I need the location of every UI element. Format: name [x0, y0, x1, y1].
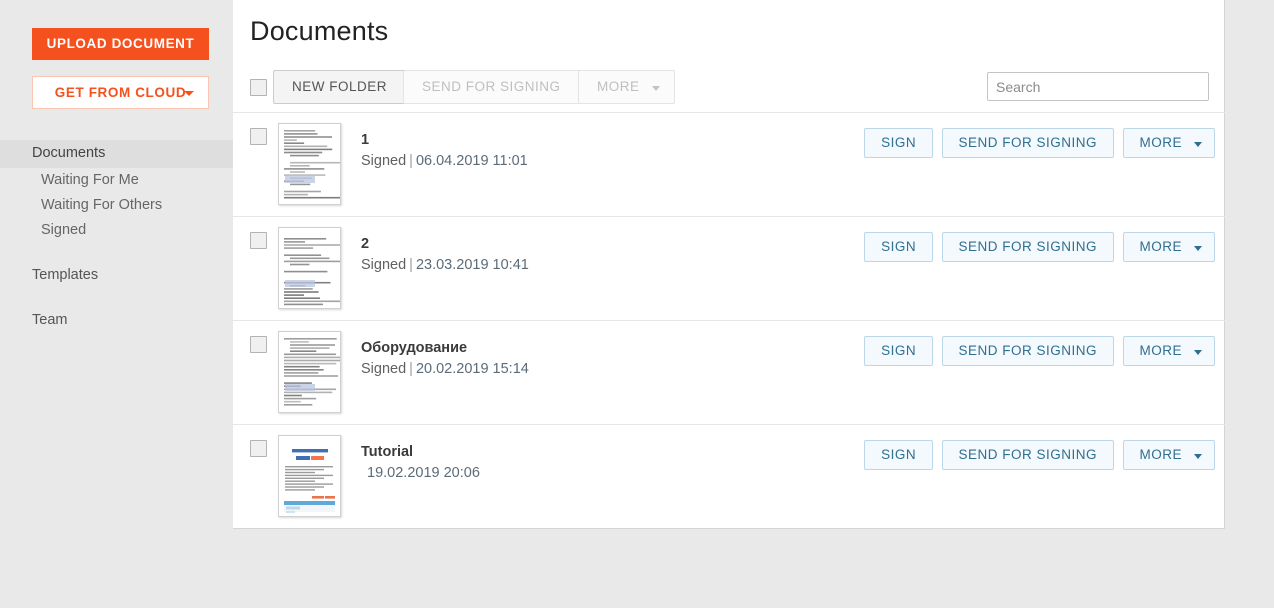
- chevron-down-icon: [184, 91, 194, 96]
- document-thumbnail[interactable]: [278, 123, 341, 205]
- document-name: 2: [361, 236, 370, 252]
- main-panel: Documents NEW FOLDER SEND FOR SIGNING MO…: [233, 0, 1225, 529]
- more-button-label: MORE: [1139, 447, 1182, 462]
- toolbar: NEW FOLDER SEND FOR SIGNING MORE: [233, 70, 1225, 106]
- sign-button[interactable]: SIGN: [864, 440, 934, 470]
- document-meta: Signed | 23.03.2019 10:41: [361, 257, 529, 273]
- chevron-down-icon: [651, 86, 660, 91]
- more-button-label: MORE: [597, 79, 640, 94]
- select-all-checkbox[interactable]: [250, 79, 267, 96]
- sidebar-item-label: Team: [32, 312, 68, 328]
- sidebar-item-documents[interactable]: Documents: [0, 140, 233, 168]
- more-button-label: MORE: [1139, 135, 1182, 150]
- sidebar-item-label: Waiting For Others: [41, 197, 163, 213]
- sidebar-nav: Documents Waiting For Me Waiting For Oth…: [0, 140, 233, 333]
- document-date: 06.04.2019 11:01: [415, 153, 528, 169]
- row-actions: SIGN SEND FOR SIGNING MORE: [860, 440, 1215, 470]
- meta-separator: |: [409, 361, 413, 377]
- chevron-down-icon: [1194, 246, 1202, 251]
- document-meta: 19.02.2019 20:06: [361, 465, 480, 481]
- more-button-label: MORE: [1139, 239, 1182, 254]
- sidebar-item-label: Templates: [32, 267, 99, 283]
- chevron-down-icon: [1194, 454, 1202, 459]
- document-status: Signed: [361, 153, 407, 169]
- table-row[interactable]: 1 Signed | 06.04.2019 11:01 SIGN SEND FOR …: [233, 112, 1225, 216]
- document-meta: Signed | 20.02.2019 15:14: [361, 361, 529, 377]
- sidebar: UPLOAD DOCUMENT GET FROM CLOUD Documents…: [0, 0, 233, 608]
- document-status: Signed: [361, 257, 407, 273]
- row-actions: SIGN SEND FOR SIGNING MORE: [860, 232, 1215, 262]
- get-from-cloud-button[interactable]: GET FROM CLOUD: [32, 76, 209, 109]
- sidebar-item-waiting-for-me[interactable]: Waiting For Me: [0, 168, 233, 193]
- meta-separator: |: [409, 153, 413, 169]
- document-date: 19.02.2019 20:06: [367, 465, 480, 481]
- table-row[interactable]: Tutorial 19.02.2019 20:06 SIGN SEND FOR …: [233, 424, 1225, 528]
- chevron-down-icon: [1194, 142, 1202, 147]
- send-for-signing-button[interactable]: SEND FOR SIGNING: [941, 232, 1115, 262]
- get-from-cloud-label: GET FROM CLOUD: [54, 85, 187, 100]
- sign-button[interactable]: SIGN: [864, 232, 934, 262]
- document-list: 1 Signed | 06.04.2019 11:01 SIGN SEND FOR …: [233, 112, 1225, 528]
- sidebar-item-signed[interactable]: Signed: [0, 218, 233, 243]
- more-button[interactable]: MORE: [1122, 440, 1215, 470]
- document-name: Оборудование: [361, 340, 468, 356]
- more-button[interactable]: MORE: [578, 70, 675, 104]
- sidebar-item-templates[interactable]: Templates: [0, 263, 233, 288]
- page-title: Documents: [250, 16, 389, 46]
- row-checkbox[interactable]: [250, 128, 267, 145]
- more-button-label: MORE: [1139, 343, 1182, 358]
- sidebar-item-label: Signed: [41, 222, 87, 238]
- table-row[interactable]: 2 Signed | 23.03.2019 10:41 SIGN SEND FOR …: [233, 216, 1225, 320]
- upload-document-button[interactable]: UPLOAD DOCUMENT: [32, 28, 209, 60]
- sidebar-item-label: Waiting For Me: [41, 172, 139, 188]
- document-meta: Signed | 06.04.2019 11:01: [361, 153, 528, 169]
- app-root: UPLOAD DOCUMENT GET FROM CLOUD Documents…: [0, 0, 1274, 608]
- document-thumbnail[interactable]: [278, 331, 341, 413]
- row-checkbox[interactable]: [250, 336, 267, 353]
- chevron-down-icon: [1194, 350, 1202, 355]
- document-status: Signed: [361, 361, 407, 377]
- search-input[interactable]: [987, 72, 1209, 101]
- send-for-signing-button[interactable]: SEND FOR SIGNING: [941, 336, 1115, 366]
- send-for-signing-button[interactable]: SEND FOR SIGNING: [941, 128, 1115, 158]
- sidebar-item-waiting-for-others[interactable]: Waiting For Others: [0, 193, 233, 218]
- document-thumbnail[interactable]: [278, 227, 341, 309]
- document-thumbnail[interactable]: [278, 435, 341, 517]
- document-date: 20.02.2019 15:14: [415, 361, 529, 377]
- row-actions: SIGN SEND FOR SIGNING MORE: [860, 128, 1215, 158]
- row-actions: SIGN SEND FOR SIGNING MORE: [860, 336, 1215, 366]
- more-button[interactable]: MORE: [1122, 232, 1215, 262]
- sidebar-item-label: Documents: [32, 145, 106, 161]
- sidebar-item-team[interactable]: Team: [0, 308, 233, 333]
- table-row[interactable]: Оборудование Signed | 20.02.2019 15:14 SIG…: [233, 320, 1225, 424]
- row-checkbox[interactable]: [250, 232, 267, 249]
- sign-button[interactable]: SIGN: [864, 336, 934, 366]
- row-checkbox[interactable]: [250, 440, 267, 457]
- document-name: Tutorial: [361, 444, 414, 460]
- meta-separator: |: [409, 257, 413, 273]
- new-folder-button[interactable]: NEW FOLDER: [273, 70, 407, 104]
- sign-button[interactable]: SIGN: [864, 128, 934, 158]
- document-name: 1: [361, 132, 370, 148]
- more-button[interactable]: MORE: [1122, 336, 1215, 366]
- document-date: 23.03.2019 10:41: [415, 257, 529, 273]
- send-for-signing-button[interactable]: SEND FOR SIGNING: [941, 440, 1115, 470]
- send-for-signing-button[interactable]: SEND FOR SIGNING: [403, 70, 580, 104]
- more-button[interactable]: MORE: [1122, 128, 1215, 158]
